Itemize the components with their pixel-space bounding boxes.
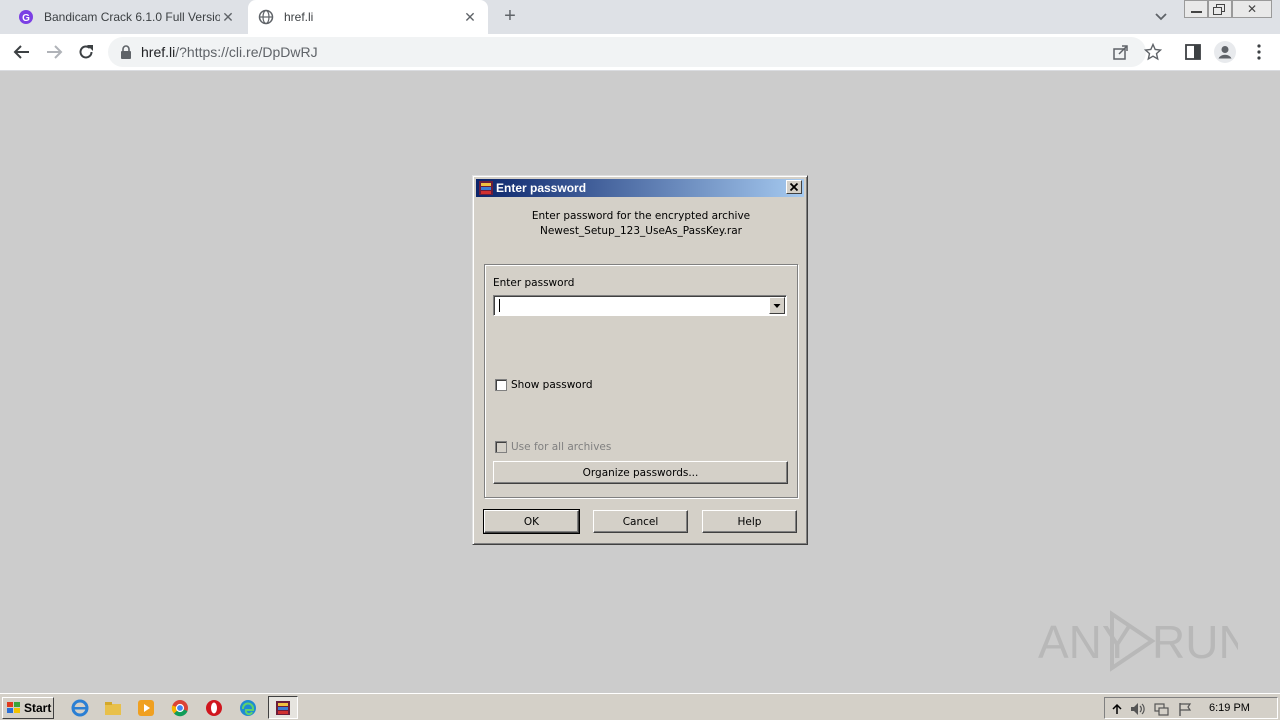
edge-icon[interactable] (238, 698, 258, 718)
chevron-down-icon[interactable] (1152, 9, 1170, 25)
network-icon[interactable] (1153, 701, 1169, 717)
text-caret (499, 299, 500, 312)
close-window-button[interactable]: ✕ (1232, 0, 1272, 18)
password-label: Enter password (493, 277, 575, 289)
tab-title: Bandicam Crack 6.1.0 Full Version + (44, 10, 220, 24)
taskbar: Start 6:19 PM (0, 693, 1280, 720)
start-label: Start (24, 701, 52, 715)
show-password-label[interactable]: Show password (511, 379, 593, 391)
archive-filename: Newest_Setup_123_UseAs_PassKey.rar (539, 225, 742, 237)
use-for-all-archives-label: Use for all archives (511, 441, 612, 453)
windows-flag-icon (7, 702, 20, 713)
help-button[interactable]: Help (702, 510, 797, 533)
forward-arrow-icon[interactable] (44, 42, 64, 62)
close-tab-icon[interactable]: ✕ (462, 9, 478, 26)
opera-icon[interactable] (204, 698, 224, 718)
enter-password-dialog: Enter password Enter password for the en… (472, 175, 808, 545)
dialog-title: Enter password (496, 181, 587, 195)
anyrun-watermark-logo: ANY RUN (1038, 610, 1238, 672)
password-dropdown-button[interactable] (769, 297, 785, 314)
chrome-icon[interactable] (170, 698, 190, 718)
dropdown-arrow-icon (773, 304, 781, 308)
lock-icon[interactable] (120, 45, 132, 59)
winrar-icon (479, 181, 493, 195)
winrar-taskbar-button[interactable] (268, 696, 298, 719)
file-explorer-icon[interactable] (103, 698, 123, 718)
more-menu-icon[interactable] (1250, 43, 1268, 61)
dialog-titlebar[interactable]: Enter password (476, 179, 804, 197)
svg-text:G: G (22, 13, 30, 24)
url-path: /?https://cli.re/DpDwRJ (175, 44, 318, 60)
tab-title: href.li (284, 10, 314, 24)
reload-icon[interactable] (76, 42, 96, 62)
internet-explorer-icon[interactable] (70, 698, 90, 718)
dialog-close-button[interactable] (786, 180, 802, 194)
show-password-checkbox[interactable] (495, 379, 507, 391)
use-for-all-archives-checkbox[interactable] (495, 441, 507, 453)
cancel-button[interactable]: Cancel (593, 510, 688, 533)
close-tab-icon[interactable]: ✕ (220, 9, 236, 26)
bookmark-star-icon[interactable] (1144, 43, 1162, 61)
share-icon[interactable] (1112, 43, 1130, 61)
ok-button[interactable]: OK (483, 509, 580, 534)
browser-tab-strip: G Bandicam Crack 6.1.0 Full Version + ✕ … (0, 0, 1280, 34)
start-button[interactable]: Start (2, 697, 54, 719)
show-hidden-icons-icon[interactable] (1109, 701, 1125, 717)
new-tab-button[interactable]: + (498, 5, 522, 29)
browser-tab-href[interactable]: href.li ✕ (248, 0, 488, 34)
browser-tab-bandicam[interactable]: G Bandicam Crack 6.1.0 Full Version + ✕ (8, 0, 246, 34)
media-player-icon[interactable] (136, 698, 156, 718)
back-arrow-icon[interactable] (12, 42, 32, 62)
url-text: href.li/?https://cli.re/DpDwRJ (141, 44, 318, 60)
volume-icon[interactable] (1129, 701, 1145, 717)
side-panel-icon[interactable] (1184, 43, 1202, 61)
browser-toolbar: href.li/?https://cli.re/DpDwRJ (0, 34, 1280, 71)
organize-passwords-button[interactable]: Organize passwords... (493, 461, 788, 484)
action-center-flag-icon[interactable] (1177, 701, 1193, 717)
minimize-window-button[interactable] (1184, 0, 1208, 18)
watermark-text-right: RUN (1152, 616, 1238, 668)
password-input[interactable] (493, 295, 787, 316)
dialog-message-line1: Enter password for the encrypted archive (531, 210, 751, 222)
restore-window-button[interactable] (1208, 0, 1232, 18)
winrar-icon (276, 701, 290, 715)
system-tray: 6:19 PM (1104, 697, 1278, 719)
watermark-text-left: ANY (1038, 616, 1133, 668)
url-host: href.li (141, 44, 176, 60)
close-icon (789, 182, 799, 192)
address-bar[interactable]: href.li/?https://cli.re/DpDwRJ (108, 37, 1162, 67)
bandicam-favicon-icon: G (19, 10, 33, 24)
profile-avatar-icon[interactable] (1214, 41, 1236, 63)
globe-icon (258, 9, 274, 25)
taskbar-clock[interactable]: 6:19 PM (1209, 702, 1250, 714)
